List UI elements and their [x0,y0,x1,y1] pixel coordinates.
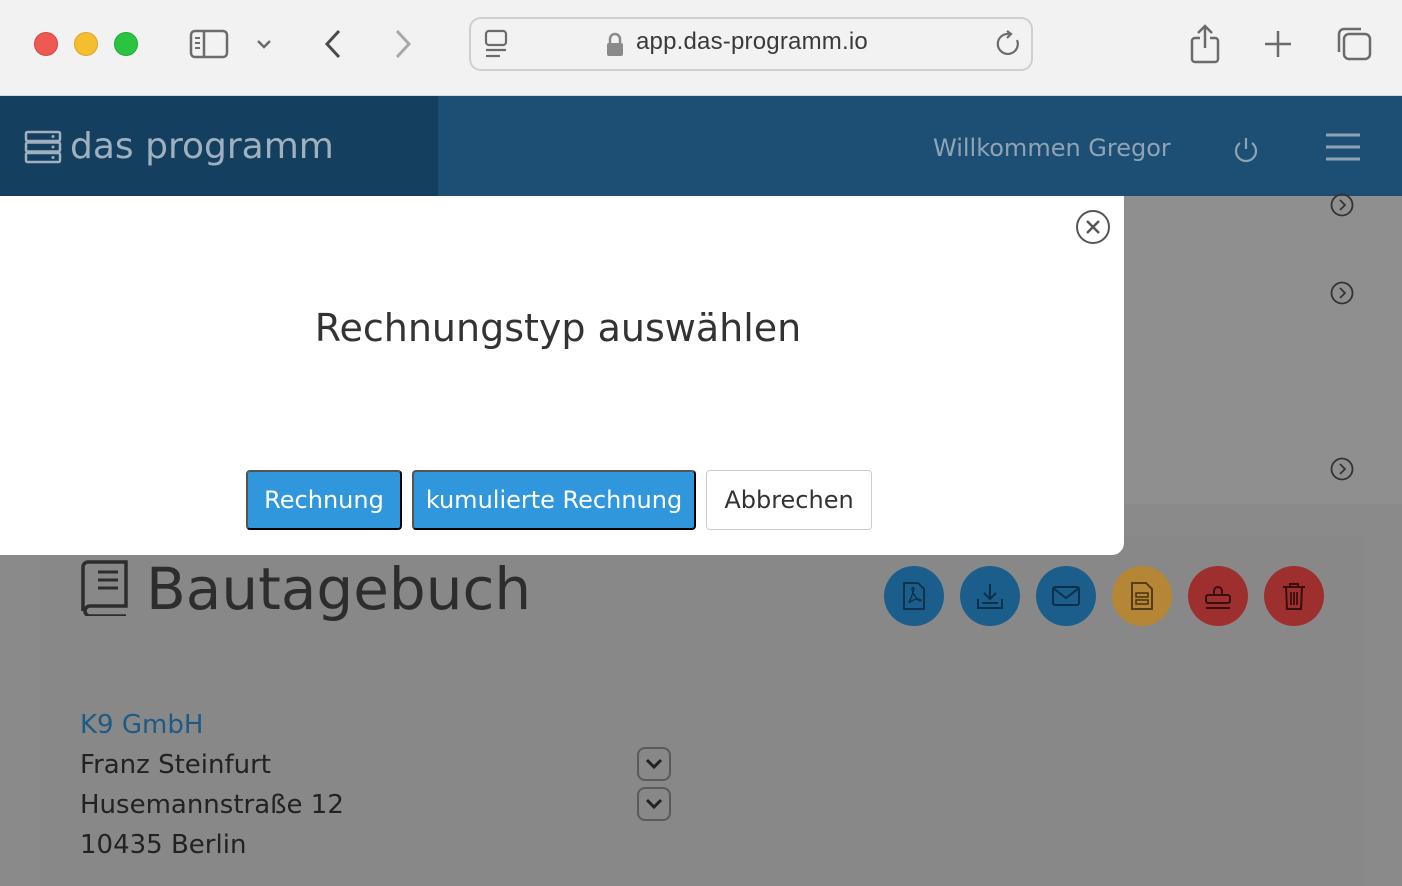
app-header: das programm Willkommen Gregor [0,96,1402,196]
company-link[interactable]: K9 GmbH [80,710,203,740]
stamp-button[interactable] [1188,566,1248,626]
invoice-type-dialog: Rechnungstyp auswählen Rechnung kumulier… [0,196,1124,555]
document-button[interactable] [1112,566,1172,626]
server-icon [24,130,62,168]
cancel-button[interactable]: Abbrechen [706,470,872,530]
chevron-down-icon[interactable] [252,22,276,66]
zoom-window-button[interactable] [114,32,138,56]
tab-overview-icon[interactable] [1334,22,1374,66]
reader-icon[interactable] [480,28,512,60]
pdf-icon [903,582,925,610]
close-window-button[interactable] [34,32,58,56]
chevron-down-icon [645,758,663,770]
dialog-title: Rechnungstyp auswählen [314,306,802,350]
hamburger-menu-icon[interactable] [1324,132,1362,166]
book-icon [80,558,130,620]
delete-button[interactable] [1264,566,1324,626]
chevron-right-circle-icon[interactable] [1330,281,1354,305]
url-text: app.das-programm.io [636,28,868,55]
mail-button[interactable] [1036,566,1096,626]
cumulative-invoice-button[interactable]: kumulierte Rechnung [412,470,696,530]
contact-dropdown[interactable] [637,747,671,781]
download-button[interactable] [960,566,1020,626]
lock-icon [604,30,626,60]
background-panel [1124,196,1402,504]
close-icon[interactable] [1075,209,1111,245]
invoice-button[interactable]: Rechnung [246,470,402,530]
forward-icon[interactable] [386,22,420,66]
pdf-button[interactable] [884,566,944,626]
back-icon[interactable] [316,22,350,66]
chevron-right-circle-icon[interactable] [1330,193,1354,217]
contact-name: Franz Steinfurt [80,750,271,780]
stamp-icon [1205,586,1231,609]
reload-icon[interactable] [994,28,1024,60]
welcome-text: Willkommen Gregor [933,134,1171,162]
page-title: Bautagebuch [146,555,532,623]
browser-toolbar: app.das-programm.io [0,0,1402,96]
brand-name[interactable]: das programm [70,126,334,167]
city-address: 10435 Berlin [80,830,247,860]
mail-icon [1052,586,1080,606]
new-tab-icon[interactable] [1260,22,1296,66]
trash-icon [1283,583,1305,610]
sidebar-toggle-icon[interactable] [186,22,232,66]
document-icon [1131,582,1153,610]
street-address: Husemannstraße 12 [80,790,344,820]
download-icon [977,584,1003,609]
address-dropdown[interactable] [637,787,671,821]
chevron-down-icon [645,798,663,810]
chevron-right-circle-icon[interactable] [1330,457,1354,481]
power-icon[interactable] [1232,136,1260,168]
brand-block: das programm [0,96,438,196]
share-icon[interactable] [1186,22,1224,66]
minimize-window-button[interactable] [74,32,98,56]
